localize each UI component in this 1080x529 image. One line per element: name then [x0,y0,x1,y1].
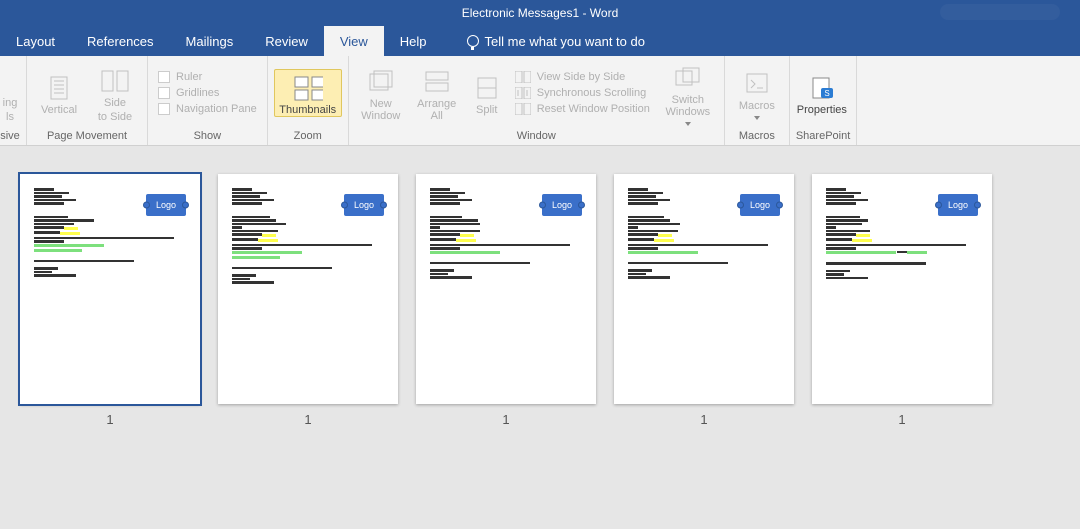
side-to-side-icon [100,67,130,95]
group-label-macros: Macros [731,128,783,145]
logo-badge: Logo [740,194,780,216]
checkbox-icon [158,71,170,83]
checkbox-icon [158,87,170,99]
vertical-icon [44,74,74,102]
side-to-side-button[interactable]: Side to Side [89,63,141,123]
chevron-down-icon [754,116,760,120]
lightbulb-icon [467,35,479,47]
navigation-pane-checkbox[interactable]: Navigation Pane [158,103,257,115]
group-page-movement: Vertical Side to Side Page Movement [27,56,148,145]
tab-references[interactable]: References [71,26,169,56]
group-label-window: Window [355,128,718,145]
group-label-show: Show [154,128,261,145]
page-preview: Logo [20,174,200,404]
arrange-all-icon [422,68,452,96]
tab-layout[interactable]: Layout [0,26,71,56]
vertical-button[interactable]: Vertical [33,70,85,116]
ribbon: ing ls sive Vertical Side to Side Page M… [0,56,1080,146]
ruler-checkbox[interactable]: Ruler [158,71,257,83]
chevron-down-icon [685,122,691,126]
thumbnail-label: 1 [106,412,113,427]
thumbnail-label: 1 [898,412,905,427]
immersive-button-partial[interactable]: ing ls [0,63,20,123]
title-bar: Electronic Messages1 - Word [0,0,1080,26]
group-label-page-movement: Page Movement [33,128,141,145]
new-window-icon [366,68,396,96]
ribbon-tabs: Layout References Mailings Review View H… [0,26,1080,56]
group-label-sharepoint: SharePoint [796,128,850,145]
page-preview: Logo [812,174,992,404]
page-preview: Logo [218,174,398,404]
reset-window-position-button[interactable]: Reset Window Position [515,102,650,116]
document-title: Electronic Messages1 - Word [462,6,619,20]
macros-button[interactable]: Macros [731,66,783,120]
macros-icon [742,70,772,98]
tab-review[interactable]: Review [249,26,324,56]
sync-scroll-icon [515,86,531,100]
thumbnail-4[interactable]: Logo 1 [614,174,794,427]
gridlines-checkbox[interactable]: Gridlines [158,87,257,99]
switch-windows-icon [673,64,703,92]
logo-badge: Logo [542,194,582,216]
thumbnail-label: 1 [700,412,707,427]
tell-me-label: Tell me what you want to do [485,34,645,49]
switch-windows-button[interactable]: Switch Windows [658,60,718,126]
group-show: Ruler Gridlines Navigation Pane Show [148,56,268,145]
group-immersive-partial: ing ls sive [0,56,27,145]
tab-view[interactable]: View [324,26,384,56]
group-zoom: Thumbnails Zoom [268,56,349,145]
thumbnail-2[interactable]: Logo 1 [218,174,398,427]
logo-badge: Logo [938,194,978,216]
thumbnails-canvas[interactable]: Logo 1 Logo [0,146,1080,447]
thumbnail-label: 1 [304,412,311,427]
thumbnail-3[interactable]: Logo 1 [416,174,596,427]
thumbnail-1[interactable]: Logo 1 [20,174,200,427]
thumbnails-button[interactable]: Thumbnails [274,69,342,117]
group-macros: Macros Macros [725,56,790,145]
new-window-button[interactable]: New Window [355,64,407,122]
side-by-side-icon [515,70,531,84]
group-sharepoint: S Properties SharePoint [790,56,857,145]
thumbnail-label: 1 [502,412,509,427]
logo-badge: Logo [146,194,186,216]
reset-position-icon [515,102,531,116]
checkbox-icon [158,103,170,115]
view-side-by-side-button[interactable]: View Side by Side [515,70,650,84]
logo-badge: Logo [344,194,384,216]
svg-text:S: S [824,89,829,98]
arrange-all-button[interactable]: Arrange All [411,64,463,122]
thumbnails-icon [293,74,323,102]
page-preview: Logo [416,174,596,404]
thumbnail-5[interactable]: Logo 1 [812,174,992,427]
tab-help[interactable]: Help [384,26,443,56]
tab-mailings[interactable]: Mailings [170,26,250,56]
split-button[interactable]: Split [467,70,507,116]
page-preview: Logo [614,174,794,404]
properties-icon: S [807,74,837,102]
group-window: New Window Arrange All Split View Side b… [349,56,725,145]
group-label-immersive: sive [0,128,20,145]
titlebar-decoration [940,4,1060,20]
properties-button[interactable]: S Properties [796,70,848,116]
synchronous-scrolling-button[interactable]: Synchronous Scrolling [515,86,650,100]
tell-me-search[interactable]: Tell me what you want to do [451,26,661,56]
split-icon [472,74,502,102]
immersive-icon [0,67,25,95]
group-label-zoom: Zoom [274,128,342,145]
